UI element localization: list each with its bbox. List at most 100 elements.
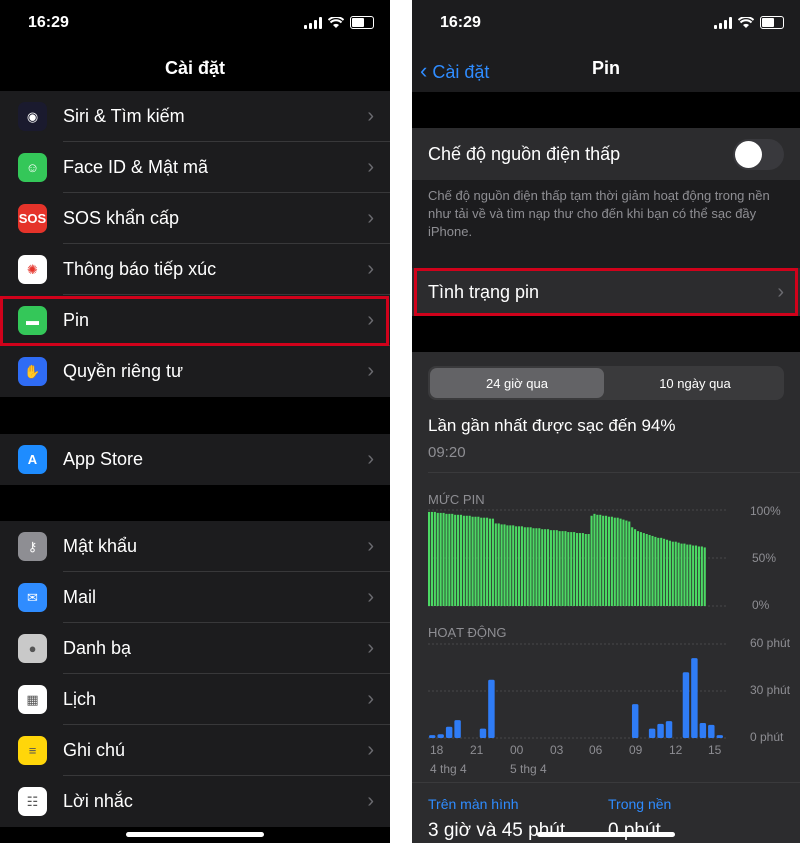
battery-level-bar — [692, 545, 695, 606]
tab-24h[interactable]: 24 giờ qua — [430, 368, 604, 398]
x-label: 21 — [470, 743, 484, 757]
chevron-right-icon: › — [367, 637, 374, 659]
reminders-icon: ☷ — [18, 787, 47, 816]
activity-bar — [488, 679, 495, 738]
battery-level-bar — [686, 544, 689, 606]
page-title: Pin — [591, 58, 620, 78]
contacts-icon: ● — [18, 634, 47, 663]
section-spacer — [412, 92, 800, 128]
activity-bar — [429, 735, 436, 738]
settings-row[interactable]: ✉ Mail › — [0, 572, 390, 623]
battery-level-bar — [564, 531, 567, 606]
battery-level-bar — [512, 525, 515, 606]
battery-level-bar — [567, 532, 570, 606]
date-label: 5 thg 4 — [510, 762, 547, 776]
battery-level-bar — [616, 517, 619, 606]
battery-level-bar — [497, 523, 500, 606]
settings-row[interactable]: ▦ Lịch › — [0, 674, 390, 725]
battery-level-bar — [634, 529, 637, 606]
battery-level-bar — [436, 512, 439, 606]
battery-level-bar — [694, 545, 698, 606]
settings-row[interactable]: ◉ Siri & Tìm kiếm › — [0, 91, 390, 142]
last-charge-time: 09:20 — [428, 444, 466, 461]
battery-level-bar — [657, 537, 660, 606]
low-power-description: Chế độ nguồn điện thấp tạm thời giảm hoạ… — [428, 188, 770, 239]
date-label: 4 thg 4 — [430, 762, 467, 776]
battery-level-bar — [680, 543, 683, 606]
battery-level-bar — [619, 518, 622, 606]
settings-row[interactable]: A App Store › — [0, 434, 390, 485]
screen-on-value: 3 giờ và 45 phút — [428, 820, 566, 841]
activity-bar — [479, 728, 487, 738]
settings-row-label: Mật khẩu — [63, 536, 138, 556]
x-label: 00 — [510, 743, 524, 757]
battery-level-bar — [631, 527, 634, 606]
battery-level-bar — [546, 529, 550, 606]
battery-level-bar — [506, 525, 509, 606]
battery-level-bar — [529, 527, 532, 606]
battery-level-bar — [697, 546, 700, 606]
divider — [428, 472, 800, 473]
battery-level-bar — [454, 514, 457, 606]
battery-level-bar — [474, 516, 477, 606]
battery-level-bar — [668, 540, 671, 606]
face-id-icon: ☺ — [18, 153, 47, 182]
battery-level-bar — [509, 525, 512, 606]
battery-level-bar — [628, 521, 631, 606]
activity-bar — [631, 704, 639, 738]
settings-row[interactable]: SOS SOS khẩn cấp › — [0, 193, 390, 244]
home-indicator — [537, 832, 675, 837]
battery-level-bar — [622, 519, 625, 606]
activity-bar — [665, 721, 673, 738]
battery-level-bar — [445, 513, 448, 606]
battery-level-bar — [645, 534, 648, 606]
battery-level-bar — [520, 526, 523, 606]
battery-level-bar — [538, 528, 541, 606]
battery-level-bar — [590, 515, 593, 606]
activity-bar — [716, 735, 723, 738]
settings-row-label: Lịch — [63, 689, 97, 709]
settings-row[interactable]: ✋ Quyền riêng tư › — [0, 346, 390, 397]
battery-level-bar — [639, 532, 642, 606]
mail-icon: ✉ — [18, 583, 47, 612]
battery-level-bar — [703, 547, 706, 606]
settings-row-label: App Store — [63, 449, 144, 469]
battery-level-bar — [433, 511, 436, 606]
settings-row[interactable]: ≡ Ghi chú › — [0, 725, 390, 776]
signal-icon — [304, 17, 322, 29]
x-label: 06 — [589, 743, 603, 757]
chevron-right-icon: › — [367, 105, 374, 127]
screen-on-label: Trên màn hình — [428, 796, 519, 812]
battery-level-bar — [581, 533, 584, 606]
exposure-notification-icon: ✺ — [18, 255, 47, 284]
settings-row[interactable]: ⚷ Mật khẩu › — [0, 521, 390, 572]
level-tick-0: 0% — [752, 598, 770, 612]
chevron-right-icon: › — [367, 258, 374, 280]
battery-level-bar — [430, 511, 434, 606]
battery-level-bar — [462, 515, 465, 606]
battery-level-bar — [602, 515, 605, 606]
settings-row-label: Face ID & Mật mã — [63, 157, 209, 177]
settings-row-label: Mail — [63, 587, 97, 607]
battery-level-bar — [599, 514, 602, 606]
battery-level-bar — [477, 516, 480, 606]
highlight-box — [0, 296, 389, 346]
siri-icon: ◉ — [18, 102, 47, 131]
level-tick-50: 50% — [752, 551, 777, 565]
tab-10d[interactable]: 10 ngày qua — [606, 366, 784, 400]
settings-row[interactable]: ☷ Lời nhắc › — [0, 776, 390, 827]
background-value: 0 phút — [608, 820, 661, 841]
settings-row[interactable]: ✺ Thông báo tiếp xúc › — [0, 244, 390, 295]
level-tick-100: 100% — [750, 504, 781, 518]
chevron-right-icon: › — [367, 448, 374, 470]
battery-level-bar — [448, 513, 451, 606]
battery-screen: 16:29 ‹ Cài đặt Pin Chế độ nguồn điện th… — [412, 0, 800, 843]
settings-row[interactable]: ☺ Face ID & Mật mã › — [0, 142, 390, 193]
activity-tick-30: 30 phút — [750, 683, 791, 697]
activity-chart — [428, 643, 728, 739]
battery-level-bar — [468, 515, 471, 606]
battery-level-bar — [532, 528, 535, 606]
battery-level-bar — [428, 511, 431, 606]
settings-row[interactable]: ● Danh bạ › — [0, 623, 390, 674]
low-power-toggle[interactable] — [733, 138, 784, 170]
